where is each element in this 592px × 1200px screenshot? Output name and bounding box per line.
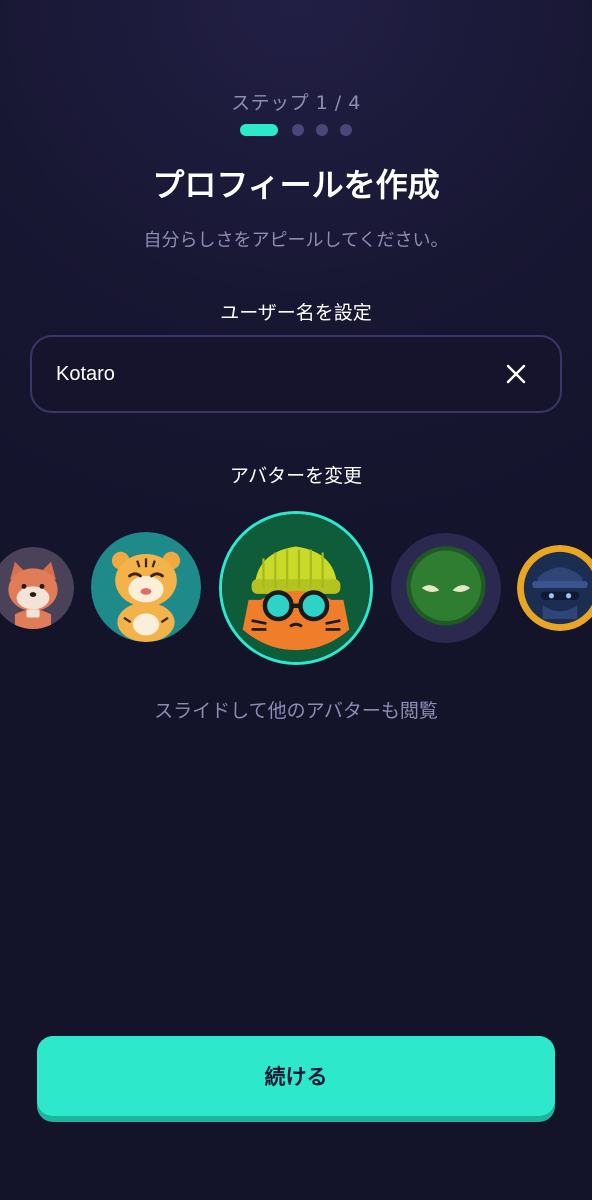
- page-title: プロフィールを作成: [152, 166, 440, 204]
- continue-button[interactable]: 続ける: [37, 1036, 555, 1116]
- step-indicator: [0, 124, 592, 136]
- cat-beanie-icon: [222, 514, 370, 662]
- page-subtitle: 自分らしさをアピールしてください。: [143, 230, 449, 251]
- clear-input-button[interactable]: [496, 354, 536, 394]
- avatar-tiger[interactable]: [91, 532, 201, 642]
- avatar-carousel[interactable]: [0, 505, 592, 675]
- continue-label: 続ける: [264, 1065, 328, 1089]
- step-dot: [316, 124, 328, 136]
- step-dot: [340, 124, 352, 136]
- robber-icon: [517, 545, 592, 631]
- avatar-masked-robber[interactable]: [517, 545, 592, 631]
- username-field[interactable]: [30, 335, 562, 413]
- step-dot-active: [240, 124, 278, 136]
- username-label: ユーザー名を設定: [220, 302, 372, 324]
- avatar-shiba-dog[interactable]: [0, 547, 74, 629]
- avatar-cat-selected[interactable]: [219, 511, 373, 665]
- avatar-green-alien[interactable]: [391, 533, 501, 643]
- step-dot: [292, 124, 304, 136]
- close-icon: [506, 364, 526, 384]
- step-label: ステップ 1 / 4: [231, 92, 361, 114]
- alien-icon: [391, 533, 501, 643]
- swipe-hint: スライドして他のアバターも閲覧: [154, 700, 438, 722]
- tiger-icon: [91, 532, 201, 642]
- avatar-label: アバターを変更: [229, 465, 363, 487]
- shiba-dog-icon: [0, 547, 74, 629]
- username-input[interactable]: [56, 362, 496, 386]
